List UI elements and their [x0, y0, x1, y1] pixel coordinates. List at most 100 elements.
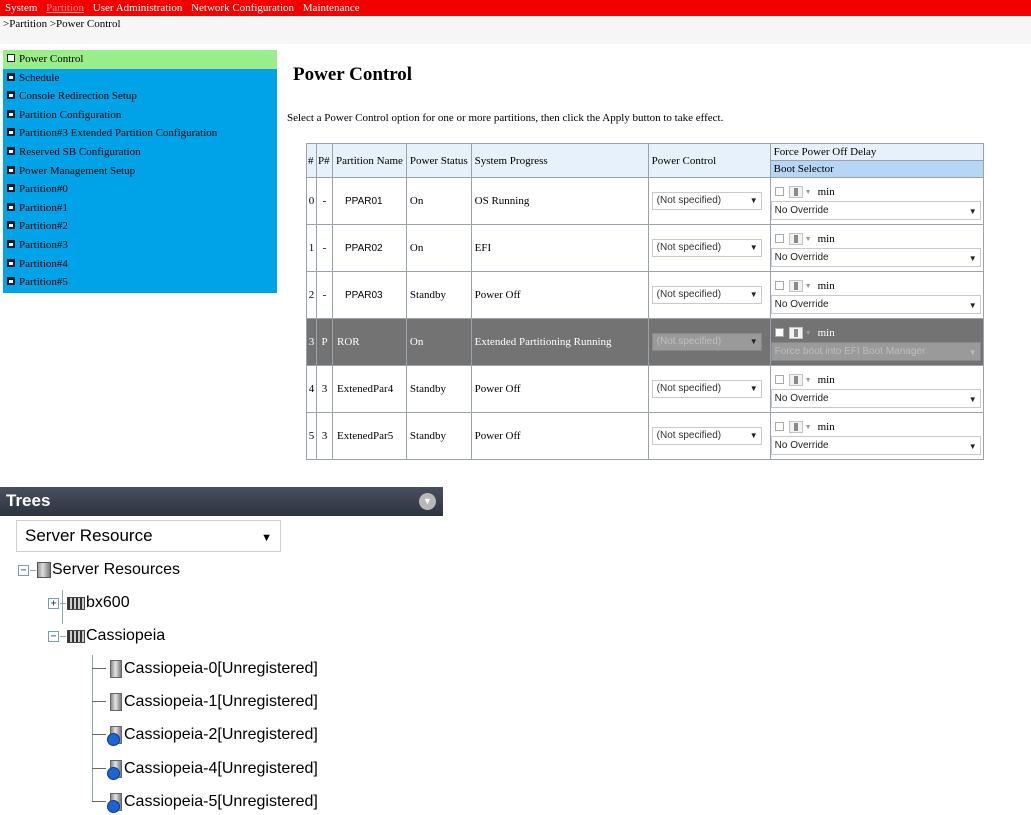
spinner-arrow-icon[interactable]: ▼ — [805, 188, 812, 196]
delay-spinner[interactable] — [788, 232, 803, 245]
cell-power-status: Standby — [405, 412, 472, 460]
cell-delay-boot: ▼ min Force boot into EFI Boot Manager ▼ — [769, 318, 984, 366]
expand-icon[interactable] — [7, 221, 15, 230]
power-control-table: # P# Partition Name Power Status System … — [306, 143, 984, 460]
expand-icon[interactable] — [7, 258, 15, 267]
delay-spinner[interactable] — [788, 279, 803, 292]
boot-selector-select[interactable]: Force boot into EFI Boot Manager ▼ — [770, 341, 981, 361]
cell-delay-boot: ▼ min No Override ▼ — [769, 412, 984, 460]
col-header-num: # — [306, 143, 317, 178]
sidebar-item-console-redirection[interactable]: Console Redirection Setup — [3, 87, 277, 106]
delay-spinner[interactable] — [788, 420, 803, 433]
collapse-panel-icon[interactable]: ▼ — [419, 493, 436, 510]
sidebar-item-reserved-sb-configuration[interactable]: Reserved SB Configuration — [3, 143, 277, 162]
delay-checkbox[interactable] — [774, 187, 784, 196]
tree-node-label: Server Resources — [52, 561, 181, 578]
delay-checkbox[interactable] — [774, 234, 784, 243]
table-row: 5 3 ExtenedPar5 Standby Power Off (Not specif… — [306, 412, 984, 460]
menu-network-configuration[interactable]: Network Configuration — [191, 2, 294, 14]
delay-checkbox[interactable] — [774, 422, 784, 431]
sidebar-item-partition-2[interactable]: Partition#2 — [3, 217, 277, 236]
sidebar-item-extended-partition-configuration[interactable]: Partition#3 Extended Partition Configura… — [3, 124, 277, 143]
tree-node-server-resources[interactable]: − Server Resources — [18, 559, 180, 581]
sidebar-item-label: Partition#3 — [19, 238, 68, 251]
tree-node-cassiopeia-0[interactable]: Cassiopeia-0[Unregistered] — [110, 658, 318, 680]
sidebar-item-partition-4[interactable]: Partition#4 — [3, 255, 277, 274]
spinner-arrow-icon[interactable]: ▼ — [805, 329, 812, 337]
expand-icon[interactable] — [7, 202, 15, 211]
cell-num: 3 — [306, 318, 317, 366]
power-control-select[interactable]: (Not specified) ▼ — [651, 192, 762, 210]
tree-node-cassiopeia-4[interactable]: Cassiopeia-4[Unregistered] — [107, 758, 318, 780]
tree-node-cassiopeia-2[interactable]: Cassiopeia-2[Unregistered] — [107, 724, 318, 746]
expand-icon[interactable] — [7, 109, 15, 118]
delay-checkbox[interactable] — [774, 281, 784, 290]
menu-maintenance[interactable]: Maintenance — [303, 2, 360, 14]
tree-node-cassiopeia-1[interactable]: Cassiopeia-1[Unregistered] — [110, 691, 318, 713]
sidebar-item-power-management-setup[interactable]: Power Management Setup — [3, 162, 277, 181]
tree-node-cassiopeia-5[interactable]: Cassiopeia-5[Unregistered] — [107, 791, 318, 813]
delay-spinner[interactable] — [788, 326, 803, 339]
spinner-arrow-icon[interactable]: ▼ — [805, 282, 812, 290]
delay-spinner[interactable] — [788, 373, 803, 386]
expand-icon[interactable] — [7, 91, 15, 100]
power-control-value: (Not specified) — [656, 242, 722, 253]
delay-checkbox[interactable] — [774, 328, 784, 337]
sidebar: Power Control Schedule Console Redirecti… — [3, 50, 277, 293]
expand-icon[interactable] — [7, 72, 15, 81]
collapse-icon[interactable]: − — [48, 630, 59, 642]
tree-line — [92, 655, 93, 801]
boot-selector-select[interactable]: No Override ▼ — [770, 388, 981, 408]
expand-icon[interactable] — [7, 165, 15, 174]
sidebar-item-partition-3[interactable]: Partition#3 — [3, 236, 277, 255]
boot-selector-select[interactable]: No Override ▼ — [770, 435, 981, 455]
sidebar-item-partition-0[interactable]: Partition#0 — [3, 180, 277, 199]
sidebar-item-label: Console Redirection Setup — [19, 90, 137, 103]
expand-icon[interactable] — [7, 239, 15, 248]
spinner-arrow-icon[interactable]: ▼ — [805, 423, 812, 431]
boot-selector-select[interactable]: No Override ▼ — [770, 294, 981, 314]
expand-icon[interactable] — [7, 146, 15, 155]
spinner-arrow-icon[interactable]: ▼ — [805, 376, 812, 384]
power-control-select[interactable]: (Not specified) ▼ — [651, 427, 762, 445]
top-menu: System Partition User Administration Net… — [5, 2, 366, 14]
tree-node-cassiopeia[interactable]: − Cassiopeia — [48, 625, 165, 647]
cell-system-progress: OS Running — [470, 177, 649, 225]
spinner-arrow-icon[interactable]: ▼ — [805, 235, 812, 243]
delay-spinner[interactable] — [788, 185, 803, 198]
tree-node-bx600[interactable]: + bx600 — [48, 592, 130, 614]
menu-partition[interactable]: Partition — [46, 2, 84, 14]
cell-partition-name: ExtenedPar4 — [332, 365, 407, 413]
expand-icon[interactable] — [7, 184, 15, 193]
expand-icon[interactable] — [7, 277, 15, 286]
dropdown-arrow-icon: ▼ — [261, 532, 272, 544]
power-control-select[interactable]: (Not specified) ▼ — [651, 380, 762, 398]
expand-icon[interactable]: + — [48, 597, 59, 609]
power-control-select[interactable]: (Not specified) ▼ — [651, 239, 762, 257]
tree-type-select[interactable]: Server Resource ▼ — [16, 520, 281, 552]
sidebar-item-partition-configuration[interactable]: Partition Configuration — [3, 106, 277, 125]
delay-checkbox[interactable] — [774, 375, 784, 384]
table-row: 2- PPAR03 Standby Power Off (Not specified) ▼… — [306, 271, 984, 319]
page-title: Power Control — [293, 64, 413, 85]
collapse-icon[interactable]: − — [18, 564, 29, 576]
force-power-off-delay: ▼ min — [771, 324, 983, 342]
instructions-text: Select a Power Control option for one or… — [287, 112, 724, 124]
boot-selector-select[interactable]: No Override ▼ — [770, 247, 981, 267]
power-control-select[interactable]: (Not specified) ▼ — [651, 286, 762, 304]
chassis-icon — [67, 596, 85, 610]
menu-system[interactable]: System — [5, 2, 37, 14]
menu-user-administration[interactable]: User Administration — [93, 2, 183, 14]
col-header-power-control: Power Control — [647, 143, 771, 178]
boot-selector-select[interactable]: No Override ▼ — [770, 200, 981, 220]
sidebar-item-partition-1[interactable]: Partition#1 — [3, 199, 277, 218]
sidebar-item-power-control[interactable]: Power Control — [3, 50, 277, 69]
sidebar-item-schedule[interactable]: Schedule — [3, 69, 277, 88]
table-row: 1- PPAR02 On EFI (Not specified) ▼ ▼ min No Over… — [306, 224, 984, 272]
cell-delay-boot: ▼ min No Override ▼ — [769, 177, 984, 225]
power-control-select[interactable]: (Not specified) ▼ — [651, 333, 762, 351]
sidebar-item-partition-5[interactable]: Partition#5 — [3, 273, 277, 292]
expand-icon[interactable] — [7, 128, 15, 137]
tree-node-label: Cassiopeia-4[Unregistered] — [124, 760, 318, 777]
blade-server-disk-icon — [107, 793, 122, 813]
